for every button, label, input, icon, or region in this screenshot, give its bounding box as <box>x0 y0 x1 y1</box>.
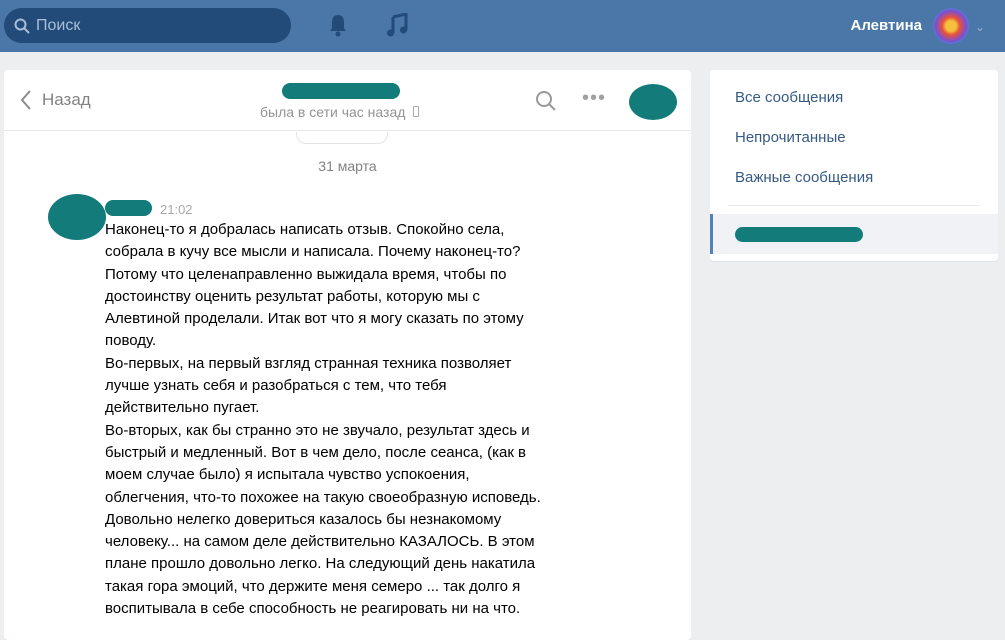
divider <box>728 205 980 206</box>
chevron-left-icon <box>20 90 31 110</box>
user-name[interactable]: Алевтина <box>851 17 923 34</box>
mobile-icon <box>413 106 420 117</box>
search-placeholder: Поиск <box>36 16 81 34</box>
message-line: воспитывала в себе способность не реагир… <box>105 600 521 618</box>
bell-icon[interactable] <box>328 13 348 37</box>
message-line: собрала в кучу все мысли и написала. Поч… <box>105 243 521 261</box>
back-button[interactable]: Назад <box>20 89 91 111</box>
status-text: была в сети час назад <box>260 104 406 120</box>
redacted-sender-name <box>105 200 152 216</box>
message-line: лучше узнать себя и разобраться с тем, ч… <box>105 377 447 395</box>
message-line: Потому что целенаправленно выжидала врем… <box>105 265 507 283</box>
redacted-sender-avatar <box>48 194 106 240</box>
chevron-down-icon[interactable]: ⌄ <box>975 20 985 34</box>
search-input[interactable]: Поиск <box>4 8 291 43</box>
message-time: 21:02 <box>160 202 193 217</box>
message-line: Во-вторых, как бы странно это не звучало… <box>105 421 530 439</box>
search-icon <box>14 18 30 34</box>
back-label: Назад <box>42 90 91 109</box>
message-line: облегчения, что-то похожее на такую свое… <box>105 488 541 506</box>
message-line: плане прошло довольно легко. На следующи… <box>105 555 536 573</box>
online-status: была в сети час назад <box>260 104 420 120</box>
message-line: достоинству оценить результат работы, ко… <box>105 287 480 305</box>
date-separator: 31 марта <box>318 158 377 174</box>
chat-header: Назад была в сети час назад ••• <box>4 70 691 131</box>
message-line: человеку... на самом деле действительно … <box>105 533 535 551</box>
message-line: Довольно нелегко довериться казалось бы … <box>105 510 502 528</box>
message-line: действительно пугает. <box>105 399 260 417</box>
message-line: Наконец-то я добралась написать отзыв. С… <box>105 221 505 238</box>
filter-important[interactable]: Важные сообщения <box>735 169 873 186</box>
top-bar: Поиск Алевтина ⌄ <box>0 0 1005 52</box>
chat-panel: Назад была в сети час назад ••• 31 марта… <box>4 70 691 640</box>
selected-conversation-filter[interactable] <box>710 214 998 254</box>
message-line: такая гора эмоций, что держите меня семе… <box>105 577 521 595</box>
message-filters: Все сообщения Непрочитанные Важные сообщ… <box>710 70 998 261</box>
message-line: поводу. <box>105 332 157 350</box>
redacted-contact-name <box>282 83 400 99</box>
filter-unread[interactable]: Непрочитанные <box>735 129 846 146</box>
user-avatar[interactable] <box>933 8 969 44</box>
message-line: быстрый и медленный. Вот в чем дело, пос… <box>105 443 527 461</box>
message-line: Алевтиной проделали. Итак вот что я могу… <box>105 310 524 328</box>
music-icon[interactable] <box>386 13 408 37</box>
redacted-contact-avatar[interactable] <box>629 84 677 120</box>
scroll-indicator[interactable] <box>296 132 388 144</box>
message-text: Наконец-то я добралась написать отзыв. С… <box>105 219 541 620</box>
search-icon[interactable] <box>535 90 557 112</box>
message-line: моем случае было) я испытала чувство усп… <box>105 466 470 484</box>
filter-all-messages[interactable]: Все сообщения <box>735 89 843 106</box>
more-options-icon[interactable]: ••• <box>582 87 606 110</box>
message-line: Во-первых, на первый взгляд странная тех… <box>105 354 512 372</box>
redacted-conversation-name <box>735 227 863 242</box>
